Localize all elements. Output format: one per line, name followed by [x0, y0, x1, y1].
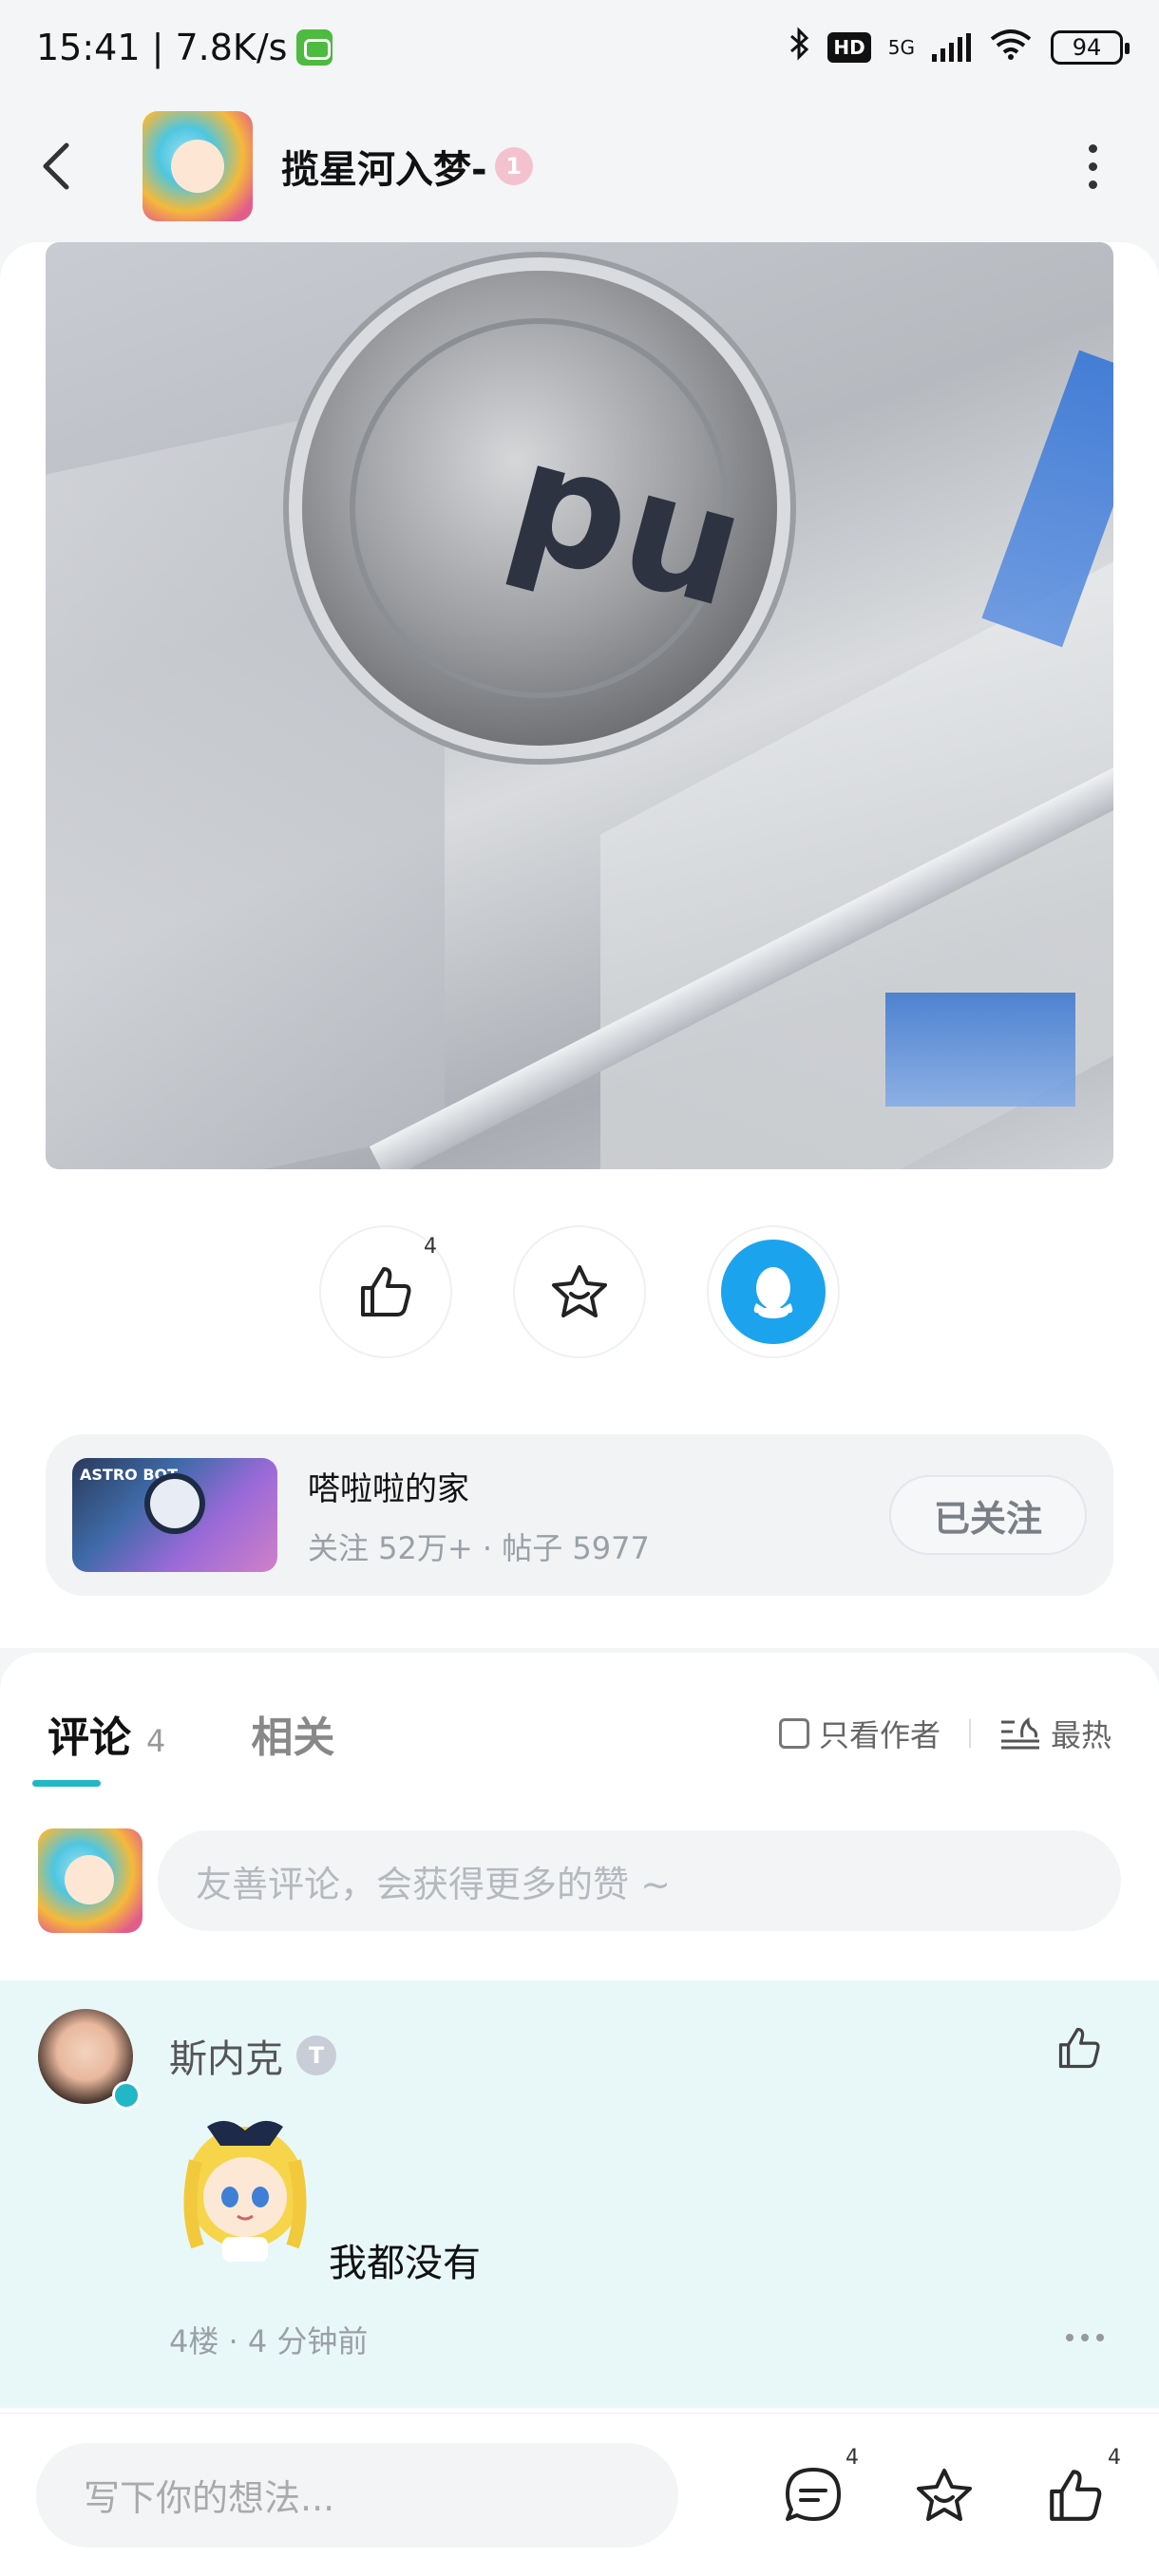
bottom-like-count: 4: [1108, 2445, 1121, 2470]
like-button[interactable]: 4: [319, 1225, 452, 1358]
tab-comments-label: 评论: [48, 1714, 131, 1762]
thumbs-up-icon: [1058, 2027, 1100, 2069]
only-author-checkbox[interactable]: [778, 1718, 809, 1749]
hd-badge: HD: [827, 32, 871, 63]
post-card: nd 4 ASTRO BOT 嗒啦啦的家 关注 52万+ · 帖子 5977 已…: [0, 242, 1159, 1648]
top-nav: 揽星河入梦- 1: [0, 95, 1159, 237]
status-bar: 15:41 | 7.8K/s HD 5G 94: [0, 0, 1159, 95]
comment-text: 我都没有: [329, 2242, 481, 2285]
wifi-icon: [988, 28, 1034, 67]
tab-related[interactable]: 相关: [251, 1703, 334, 1764]
comments-section: 评论 4 相关 只看作者 最热 友善评论，会获得更多的赞 ~ 斯内克 T 我都没…: [0, 1653, 1159, 2413]
status-time-speed: 15:41 | 7.8K/s: [36, 27, 288, 68]
comment-tabs: 评论 4 相关 只看作者 最热: [48, 1691, 1112, 1776]
star-icon: [917, 2468, 972, 2521]
network-type: 5G: [887, 36, 915, 59]
user-badge: T: [296, 2036, 336, 2075]
like-count: 4: [424, 1235, 437, 1259]
sort-hot-label[interactable]: 最热: [1051, 1712, 1112, 1755]
only-author-label[interactable]: 只看作者: [819, 1712, 940, 1755]
level-badge: 1: [494, 147, 533, 185]
author-name-block[interactable]: 揽星河入梦- 1: [281, 139, 533, 194]
follow-button[interactable]: 已关注: [889, 1475, 1087, 1555]
thumbs-up-icon: [1050, 2469, 1102, 2521]
bottom-favorite-button[interactable]: [906, 2457, 982, 2533]
comment-count: 4: [846, 2445, 859, 2470]
bottom-bar: 写下你的想法... 4 4: [0, 2413, 1159, 2576]
comment-icon: [786, 2467, 841, 2521]
post-photo[interactable]: nd: [46, 242, 1113, 1169]
reply-input[interactable]: 写下你的想法...: [36, 2442, 678, 2548]
group-card[interactable]: ASTRO BOT 嗒啦啦的家 关注 52万+ · 帖子 5977 已关注: [46, 1434, 1113, 1596]
comment-item: 斯内克 T 我都没有 4楼 · 4 分钟前: [0, 1980, 1159, 2408]
tab-comments-count: 4: [146, 1723, 166, 1759]
post-actions: 4: [0, 1225, 1159, 1358]
battery-icon: 94: [1051, 30, 1130, 65]
group-thumbnail: ASTRO BOT: [72, 1458, 277, 1572]
anime-sticker: [179, 2113, 312, 2265]
star-icon: [552, 1265, 607, 1317]
commenter-name[interactable]: 斯内克: [169, 2028, 283, 2083]
tab-comments[interactable]: 评论 4: [48, 1703, 165, 1764]
verified-icon: [112, 2081, 141, 2110]
sort-icon[interactable]: [999, 1716, 1041, 1751]
thumbs-up-icon: [361, 1267, 411, 1316]
bluetooth-icon: [788, 27, 810, 68]
group-name: 嗒啦啦的家: [308, 1469, 469, 1508]
more-options-button[interactable]: [1064, 128, 1121, 204]
app-notification-icon: [296, 29, 333, 66]
author-name: 揽星河入梦-: [281, 148, 487, 192]
qq-icon: [721, 1240, 826, 1344]
author-avatar[interactable]: [142, 111, 253, 221]
comment-button[interactable]: 4: [775, 2446, 859, 2533]
comment-more-button[interactable]: [1066, 2334, 1104, 2341]
my-avatar: [38, 1828, 142, 1933]
signal-icon: [932, 33, 971, 62]
share-qq-button[interactable]: [707, 1225, 840, 1358]
favorite-button[interactable]: [513, 1225, 646, 1358]
group-thumb-logo: ASTRO BOT: [80, 1466, 179, 1484]
active-tab-indicator: [32, 1780, 101, 1787]
comment-input[interactable]: 友善评论，会获得更多的赞 ~: [158, 1830, 1121, 1931]
bottom-like-button[interactable]: 4: [1037, 2446, 1121, 2533]
comment-like-button[interactable]: [1054, 2023, 1104, 2076]
comment-meta: 4楼 · 4 分钟前: [169, 2323, 369, 2359]
filter-divider: [968, 1719, 971, 1748]
comment-input-row: 友善评论，会获得更多的赞 ~: [38, 1828, 1121, 1933]
group-stats: 关注 52万+ · 帖子 5977: [308, 1529, 650, 1566]
chevron-left-icon: [43, 142, 69, 190]
back-button[interactable]: [38, 128, 114, 204]
coin-image: nd: [302, 271, 777, 746]
